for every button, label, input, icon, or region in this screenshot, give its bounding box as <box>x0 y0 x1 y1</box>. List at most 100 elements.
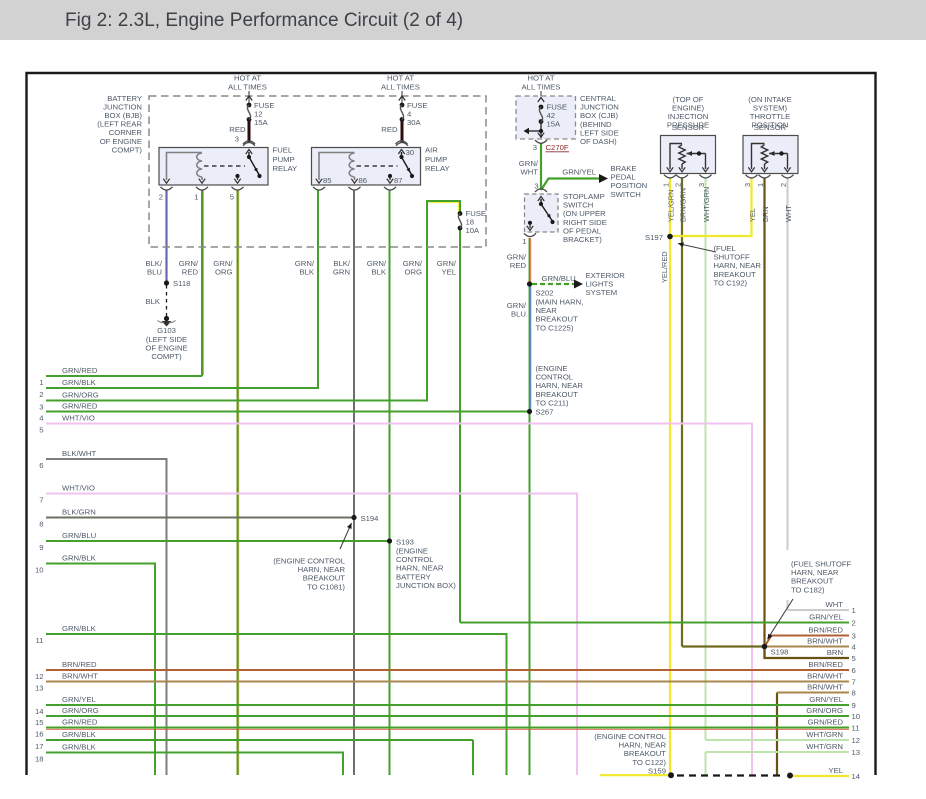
svg-text:BRN/WHT: BRN/WHT <box>807 683 843 692</box>
svg-text:4: 4 <box>852 643 857 652</box>
svg-text:17: 17 <box>35 742 44 751</box>
svg-text:3: 3 <box>697 183 706 187</box>
svg-text:BLK: BLK <box>145 297 160 306</box>
svg-text:2: 2 <box>779 183 788 187</box>
svg-text:SYSTEM: SYSTEM <box>586 288 618 297</box>
svg-text:GRN/RED: GRN/RED <box>808 718 844 727</box>
svg-text:12: 12 <box>35 672 44 681</box>
svg-text:14: 14 <box>852 772 861 781</box>
svg-text:5: 5 <box>852 654 856 663</box>
svg-text:GRN/BLK: GRN/BLK <box>62 554 97 563</box>
svg-text:BRN/GRN: BRN/GRN <box>679 188 688 222</box>
svg-text:BLK: BLK <box>371 268 386 277</box>
svg-text:9: 9 <box>39 543 43 552</box>
svg-text:SENSOR: SENSOR <box>672 123 705 132</box>
svg-text:S267: S267 <box>536 408 554 417</box>
svg-text:GRN/ORG: GRN/ORG <box>62 391 99 400</box>
svg-text:S159: S159 <box>648 766 666 775</box>
svg-text:7: 7 <box>852 678 856 687</box>
svg-text:BRN/WHT: BRN/WHT <box>62 672 98 681</box>
svg-text:GRN: GRN <box>333 268 350 277</box>
svg-text:18: 18 <box>35 755 44 764</box>
svg-text:2: 2 <box>852 619 856 628</box>
svg-text:GRN/BLU: GRN/BLU <box>542 274 576 283</box>
svg-text:1: 1 <box>194 193 198 202</box>
svg-text:TO C1081): TO C1081) <box>307 582 345 591</box>
svg-text:3: 3 <box>743 183 752 187</box>
svg-text:4: 4 <box>39 414 44 423</box>
svg-text:1: 1 <box>39 378 43 387</box>
svg-text:SWITCH: SWITCH <box>611 190 641 199</box>
svg-text:BRN: BRN <box>827 648 843 657</box>
svg-text:ALL TIMES: ALL TIMES <box>522 83 561 92</box>
svg-text:3: 3 <box>852 632 856 641</box>
svg-text:1: 1 <box>662 183 671 187</box>
svg-text:GRN/YEL: GRN/YEL <box>809 695 843 704</box>
svg-text:7: 7 <box>39 496 43 505</box>
svg-text:HOT AT: HOT AT <box>387 74 414 83</box>
svg-text:5: 5 <box>230 193 234 202</box>
svg-text:TO C1225): TO C1225) <box>536 323 574 332</box>
svg-text:87: 87 <box>394 176 403 185</box>
svg-text:6: 6 <box>852 666 856 675</box>
svg-text:BLK/WHT: BLK/WHT <box>62 449 96 458</box>
svg-text:8: 8 <box>39 520 43 529</box>
svg-text:GRN/RED: GRN/RED <box>62 366 98 375</box>
svg-text:15A: 15A <box>254 118 269 127</box>
svg-text:2: 2 <box>159 193 163 202</box>
svg-text:RED: RED <box>182 268 199 277</box>
svg-text:COMPT): COMPT) <box>151 352 182 361</box>
svg-text:S118: S118 <box>173 279 190 288</box>
svg-text:PUMP: PUMP <box>425 155 447 164</box>
svg-text:30: 30 <box>406 148 415 157</box>
svg-text:Fig 2: 2.3L, Engine Performanc: Fig 2: 2.3L, Engine Performance Circuit … <box>65 10 463 31</box>
svg-text:BLK: BLK <box>299 268 314 277</box>
svg-text:GRN/BLK: GRN/BLK <box>62 378 97 387</box>
svg-text:3: 3 <box>235 135 239 144</box>
svg-text:WHT/GRN: WHT/GRN <box>702 187 711 222</box>
svg-text:S193: S193 <box>396 538 414 547</box>
svg-text:WHT/GRN: WHT/GRN <box>806 742 843 751</box>
svg-text:OF DASH): OF DASH) <box>580 137 617 146</box>
svg-text:14: 14 <box>35 707 44 716</box>
svg-text:YEL: YEL <box>441 268 456 277</box>
svg-text:85: 85 <box>323 176 332 185</box>
svg-text:BLU: BLU <box>147 268 162 277</box>
svg-text:JUNCTION BOX): JUNCTION BOX) <box>396 581 456 590</box>
svg-text:GRN/ORG: GRN/ORG <box>806 706 843 715</box>
svg-text:WHT/GRN: WHT/GRN <box>806 730 843 739</box>
svg-text:BRN/RED: BRN/RED <box>808 660 843 669</box>
svg-text:3: 3 <box>533 143 537 152</box>
svg-text:1: 1 <box>852 606 856 615</box>
svg-text:RED: RED <box>381 125 398 134</box>
svg-text:10: 10 <box>35 566 44 575</box>
svg-text:WHT: WHT <box>520 168 538 177</box>
svg-text:TO C211): TO C211) <box>536 398 569 407</box>
svg-text:1: 1 <box>522 237 526 246</box>
svg-text:GRN/BLK: GRN/BLK <box>62 743 97 752</box>
svg-text:ALL TIMES: ALL TIMES <box>228 83 267 92</box>
svg-text:GRN/RED: GRN/RED <box>62 718 98 727</box>
svg-text:10A: 10A <box>466 226 481 235</box>
svg-text:RELAY: RELAY <box>425 164 450 173</box>
svg-text:WHT/VIO: WHT/VIO <box>62 484 95 493</box>
svg-text:ORG: ORG <box>215 268 233 277</box>
svg-text:6: 6 <box>39 461 43 470</box>
svg-text:TO C182): TO C182) <box>791 585 825 594</box>
svg-text:8: 8 <box>852 689 856 698</box>
svg-text:13: 13 <box>852 748 861 757</box>
svg-text:GRN/YEL: GRN/YEL <box>562 168 596 177</box>
svg-text:WHT: WHT <box>784 205 793 222</box>
svg-text:GRN/YEL: GRN/YEL <box>809 613 843 622</box>
svg-text:S197: S197 <box>645 233 663 242</box>
svg-text:BRN/WHT: BRN/WHT <box>807 637 843 646</box>
svg-text:WHT: WHT <box>825 600 843 609</box>
svg-text:RELAY: RELAY <box>273 164 298 173</box>
svg-text:GRN/YEL: GRN/YEL <box>62 695 96 704</box>
svg-text:12: 12 <box>852 736 861 745</box>
svg-text:YEL/RED: YEL/RED <box>660 251 669 283</box>
svg-text:10: 10 <box>852 712 861 721</box>
svg-text:GRN/BLK: GRN/BLK <box>62 624 97 633</box>
svg-text:16: 16 <box>35 730 44 739</box>
svg-text:2: 2 <box>39 390 43 399</box>
